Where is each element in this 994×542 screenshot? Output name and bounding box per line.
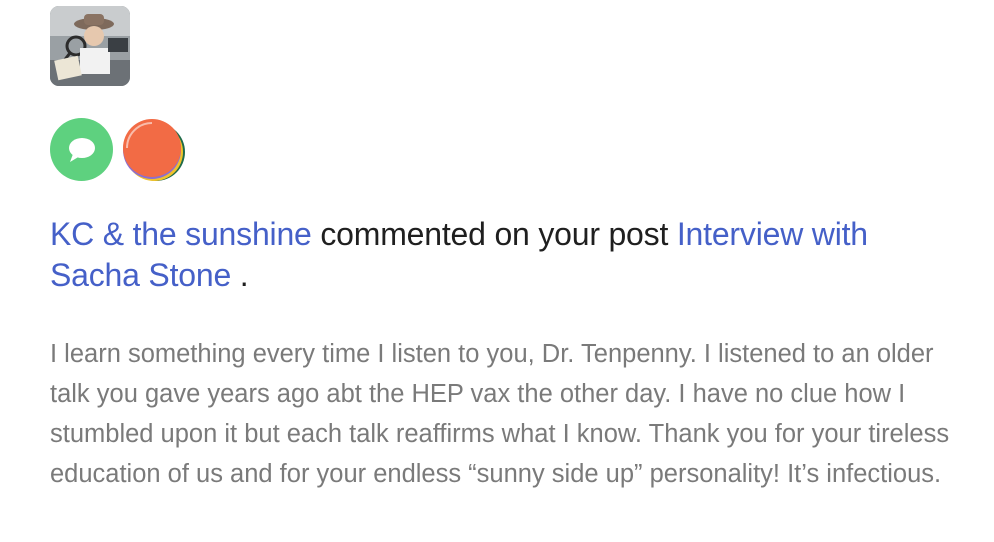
profile-avatar[interactable] (50, 6, 130, 86)
action-text: commented on your post (320, 216, 669, 252)
user-avatar-icon (123, 119, 185, 181)
end-punctuation: . (239, 257, 249, 293)
speech-bubble-icon (69, 138, 95, 162)
comment-badge (50, 118, 113, 181)
comment-body: I learn something every time I listen to… (50, 340, 950, 488)
notification-headline: KC & the sunshine commented on your post… (50, 214, 950, 296)
user-avatar-badge[interactable] (122, 118, 186, 182)
profile-photo-image (50, 6, 130, 86)
actor-name-link[interactable]: KC & the sunshine (50, 216, 312, 252)
